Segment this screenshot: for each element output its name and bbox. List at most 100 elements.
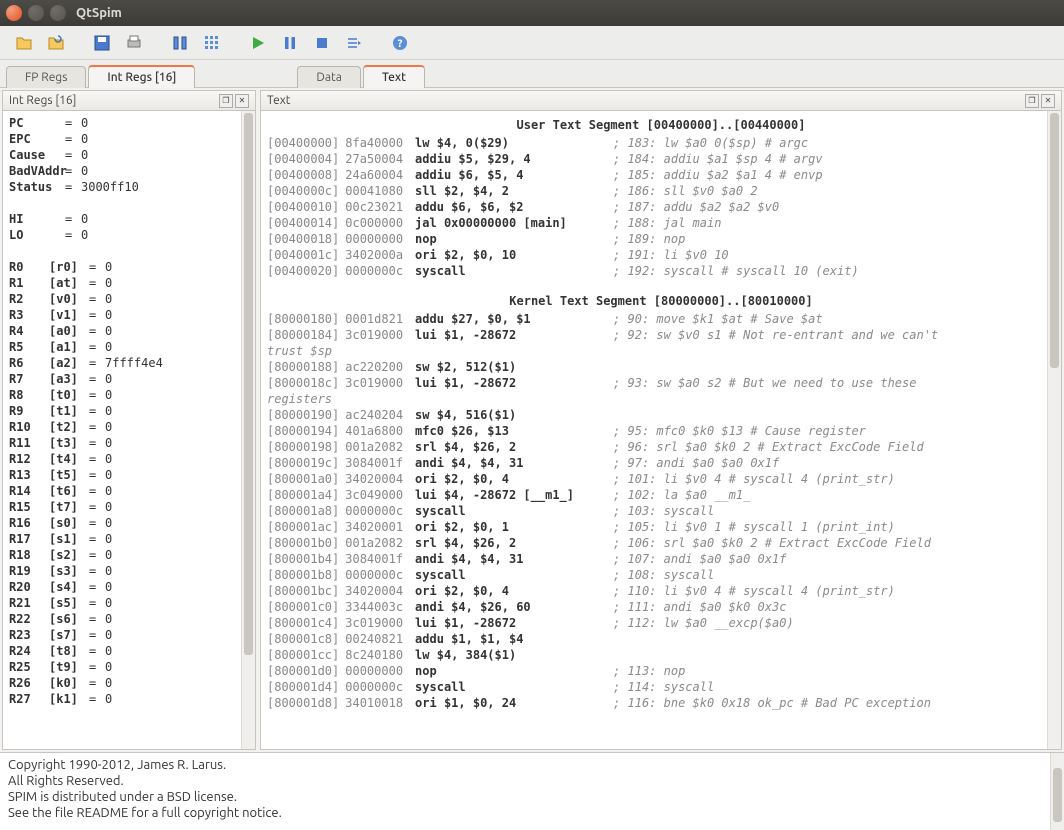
- open-file-button[interactable]: [10, 29, 38, 57]
- code-row[interactable]: [00400014]0c000000jal 0x00000000 [main];…: [261, 215, 1061, 231]
- code-row[interactable]: [8000019c]3084001fandi $4, $4, 31; 97: a…: [261, 455, 1061, 471]
- code-row[interactable]: [80000194]401a6800mfc0 $26, $13; 95: mfc…: [261, 423, 1061, 439]
- register-value: 0: [105, 403, 112, 419]
- code-hex: 001a2082: [345, 535, 403, 551]
- panel-float-button[interactable]: ❐: [1025, 94, 1039, 108]
- code-row[interactable]: [800001d0]00000000nop; 113: nop: [261, 663, 1061, 679]
- clear-regs-button[interactable]: [166, 29, 194, 57]
- run-button[interactable]: [244, 29, 272, 57]
- register-row: R15 [t7]= 0: [9, 499, 249, 515]
- code-row[interactable]: [800001c0]3344003candi $4, $26, 60; 111:…: [261, 599, 1061, 615]
- text-panel: Text ❐ ✕ User Text Segment [00400000]..[…: [260, 90, 1062, 750]
- code-comment: ; 113: nop: [613, 663, 685, 679]
- panel-close-button[interactable]: ✕: [235, 94, 249, 108]
- window-minimize-button[interactable]: [28, 5, 44, 21]
- code-row[interactable]: [800001d4]0000000csyscall; 114: syscall: [261, 679, 1061, 695]
- code-row[interactable]: [80000184]3c019000lui $1, -28672; 92: sw…: [261, 327, 1061, 343]
- code-row[interactable]: [0040001c]3402000aori $2, $0, 10; 191: l…: [261, 247, 1061, 263]
- tab-text[interactable]: Text: [363, 65, 425, 88]
- code-row[interactable]: [00400008]24a60004addiu $6, $5, 4; 185: …: [261, 167, 1061, 183]
- code-instruction: addu $27, $0, $1: [415, 311, 613, 327]
- code-row[interactable]: [80000198]001a2082srl $4, $26, 2; 96: sr…: [261, 439, 1061, 455]
- code-row[interactable]: [800001ac]34020001ori $2, $0, 1; 105: li…: [261, 519, 1061, 535]
- scrollbar-icon[interactable]: [241, 111, 255, 749]
- register-value: 0: [105, 275, 112, 291]
- register-name: R1: [9, 275, 49, 291]
- register-alias: [k0]: [49, 675, 89, 691]
- step-button[interactable]: [340, 29, 368, 57]
- code-row[interactable]: [800001c8]00240821addu $1, $1, $4: [261, 631, 1061, 647]
- print-button[interactable]: [120, 29, 148, 57]
- code-row[interactable]: [80000190]ac240204sw $4, 516($1): [261, 407, 1061, 423]
- code-row[interactable]: [800001a8]0000000csyscall; 103: syscall: [261, 503, 1061, 519]
- code-row[interactable]: [00400020]0000000csyscall; 192: syscall …: [261, 263, 1061, 279]
- code-row[interactable]: [00400010]00c23021addu $6, $6, $2; 187: …: [261, 199, 1061, 215]
- register-row: R17 [s1]= 0: [9, 531, 249, 547]
- register-value: 0: [105, 419, 112, 435]
- code-row[interactable]: [800001b4]3084001fandi $4, $4, 31; 107: …: [261, 551, 1061, 567]
- code-instruction: andi $4, $26, 60: [415, 599, 613, 615]
- svg-text:?: ?: [398, 38, 403, 50]
- console-line: SPIM is distributed under a BSD license.: [8, 789, 1056, 805]
- code-address: [00400014]: [267, 215, 339, 231]
- panel-float-button[interactable]: ❐: [219, 94, 233, 108]
- register-row: R6 [a2]= 7ffff4e4: [9, 355, 249, 371]
- reinit-button[interactable]: [198, 29, 226, 57]
- scrollbar-icon[interactable]: [1050, 753, 1064, 830]
- code-row[interactable]: [800001d8]34010018ori $1, $0, 24; 116: b…: [261, 695, 1061, 711]
- code-comment: ; 105: li $v0 1 # syscall 1 (print_int): [613, 519, 895, 535]
- code-comment: ; 188: jal main: [613, 215, 721, 231]
- text-body[interactable]: User Text Segment [00400000]..[00440000]…: [261, 111, 1061, 749]
- code-row[interactable]: [800001b8]0000000csyscall; 108: syscall: [261, 567, 1061, 583]
- tab-int-regs[interactable]: Int Regs [16]: [88, 65, 195, 88]
- code-row[interactable]: [800001a4]3c049000lui $4, -28672 [__m1_]…: [261, 487, 1061, 503]
- code-address: [00400010]: [267, 199, 339, 215]
- register-alias: [t1]: [49, 403, 89, 419]
- register-name: R15: [9, 499, 49, 515]
- code-instruction: ori $2, $0, 1: [415, 519, 613, 535]
- stop-button[interactable]: [308, 29, 336, 57]
- code-comment: ; 111: andi $a0 $k0 0x3c: [613, 599, 786, 615]
- panel-close-button[interactable]: ✕: [1041, 94, 1055, 108]
- code-address: [8000018c]: [267, 375, 339, 391]
- help-button[interactable]: ?: [386, 29, 414, 57]
- code-row[interactable]: [00400000]8fa40000lw $4, 0($29); 183: lw…: [261, 135, 1061, 151]
- code-row[interactable]: [800001cc]8c240180lw $4, 384($1): [261, 647, 1061, 663]
- registers-panel: Int Regs [16] ❐ ✕ PC= 0EPC= 0Cause= 0Bad…: [2, 90, 256, 750]
- register-name: R27: [9, 691, 49, 707]
- register-alias: [t8]: [49, 643, 89, 659]
- register-value: 0: [105, 387, 112, 403]
- console-panel[interactable]: Copyright 1990-2012, James R. Larus.All …: [0, 752, 1064, 830]
- code-address: [80000180]: [267, 311, 339, 327]
- code-row[interactable]: [800001c4]3c019000lui $1, -28672; 112: l…: [261, 615, 1061, 631]
- register-row: R0 [r0]= 0: [9, 259, 249, 275]
- code-row[interactable]: [800001b0]001a2082srl $4, $26, 2; 106: s…: [261, 535, 1061, 551]
- window-close-button[interactable]: [6, 5, 22, 21]
- scrollbar-icon[interactable]: [1047, 111, 1061, 749]
- code-row[interactable]: [0040000c]00041080sll $2, $4, 2; 186: sl…: [261, 183, 1061, 199]
- register-name: R7: [9, 371, 49, 387]
- code-row[interactable]: [00400018]00000000nop; 189: nop: [261, 231, 1061, 247]
- code-row[interactable]: [800001a0]34020004ori $2, $0, 4; 101: li…: [261, 471, 1061, 487]
- code-row[interactable]: [00400004]27a50004addiu $5, $29, 4; 184:…: [261, 151, 1061, 167]
- code-row[interactable]: [80000180]0001d821addu $27, $0, $1; 90: …: [261, 311, 1061, 327]
- left-tab-group: FP Regs Int Regs [16]: [6, 60, 197, 87]
- tab-fp-regs[interactable]: FP Regs: [6, 66, 86, 88]
- code-instruction: syscall: [415, 263, 613, 279]
- code-hex: 34020004: [345, 583, 403, 599]
- code-instruction: addu $6, $6, $2: [415, 199, 613, 215]
- window-maximize-button[interactable]: [50, 5, 66, 21]
- registers-body[interactable]: PC= 0EPC= 0Cause= 0BadVAddr= 0Status= 30…: [3, 111, 255, 749]
- register-name: R24: [9, 643, 49, 659]
- register-alias: [s5]: [49, 595, 89, 611]
- pause-button[interactable]: [276, 29, 304, 57]
- register-alias: [a3]: [49, 371, 89, 387]
- reload-file-button[interactable]: [42, 29, 70, 57]
- code-row[interactable]: [80000188]ac220200sw $2, 512($1): [261, 359, 1061, 375]
- code-row[interactable]: [800001bc]34020004ori $2, $0, 4; 110: li…: [261, 583, 1061, 599]
- save-button[interactable]: [88, 29, 116, 57]
- code-instruction: sll $2, $4, 2: [415, 183, 613, 199]
- register-row: LO= 0: [9, 227, 249, 243]
- tab-data[interactable]: Data: [297, 66, 361, 88]
- code-row[interactable]: [8000018c]3c019000lui $1, -28672; 93: sw…: [261, 375, 1061, 391]
